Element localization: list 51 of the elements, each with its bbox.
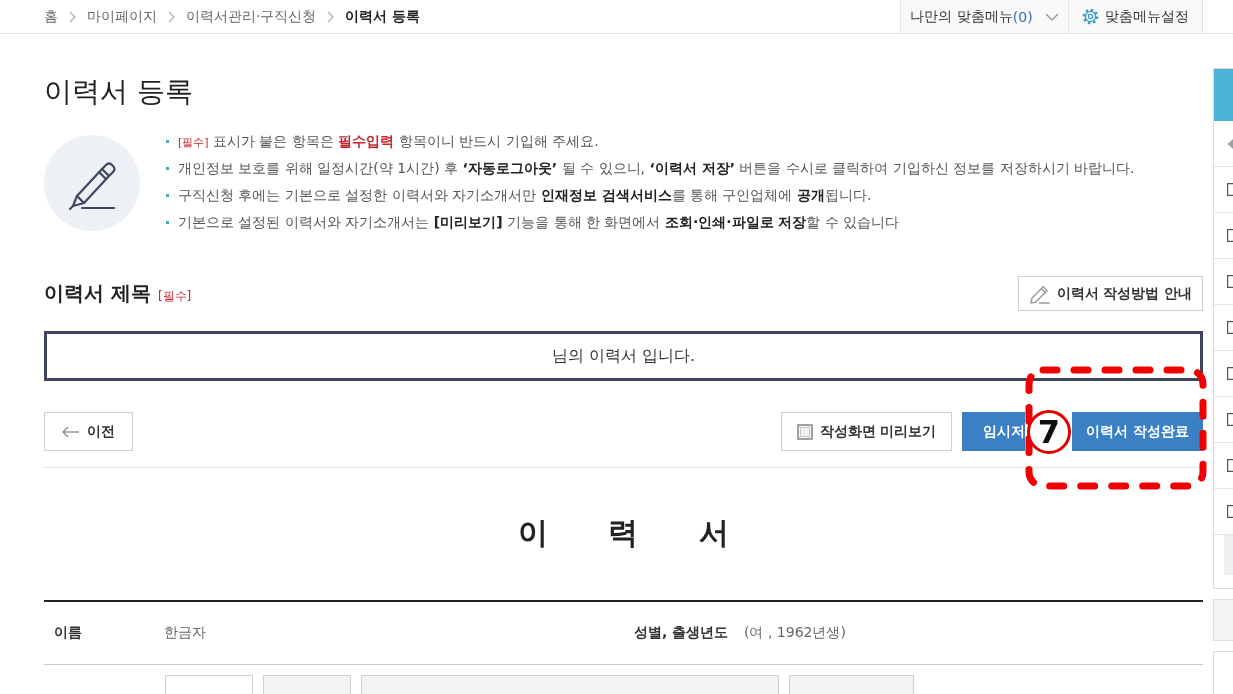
notice-text: [필수] 표시가 붙은 항목은 필수입력 항목이니 반드시 기입해 주세요. <box>178 132 599 151</box>
checkbox-icon[interactable] <box>1227 505 1233 518</box>
frame-icon <box>796 423 813 440</box>
chevron-right-icon <box>69 10 76 23</box>
pen-icon <box>44 135 140 231</box>
gear-icon <box>1082 8 1099 25</box>
address-field[interactable] <box>361 675 779 694</box>
bullet-icon <box>166 221 169 224</box>
breadcrumb-link[interactable]: 마이페이지 <box>87 7 157 26</box>
page-title: 이력서 등록 <box>44 74 194 110</box>
preview-button[interactable]: 작성화면 미리보기 <box>781 412 952 451</box>
chevron-down-icon <box>1044 12 1059 21</box>
checkbox-icon[interactable] <box>1227 275 1233 288</box>
checkbox-icon[interactable] <box>1227 229 1233 242</box>
my-menu-dropdown[interactable]: 나만의 맞춤메뉴(0) <box>900 0 1068 33</box>
resume-heading: 이 력 서 <box>517 514 730 552</box>
pencil-icon <box>1028 283 1050 304</box>
image-icon <box>1227 137 1233 150</box>
breadcrumb-link[interactable]: 이력서관리·구직신청 <box>186 7 317 26</box>
zipcode-field[interactable] <box>263 675 351 694</box>
chevron-right-icon <box>168 10 175 23</box>
checkbox-icon[interactable] <box>1227 413 1233 426</box>
field-label: 이름 <box>53 624 83 642</box>
field-label: 성별, 출생년도 <box>633 624 730 642</box>
notice-text: 구직신청 후에는 기본으로 설정한 이력서와 자기소개서만 인재정보 검색서비스를 통해 구인업체에 공개됩니다. <box>178 186 872 205</box>
checkbox-icon[interactable] <box>1227 183 1233 196</box>
bullet-icon <box>166 140 169 143</box>
arrow-left-icon <box>62 425 80 438</box>
bullet-icon <box>166 194 169 197</box>
back-button[interactable]: 이전 <box>44 412 133 451</box>
quick-menu-header <box>1214 69 1233 121</box>
complete-button[interactable]: 이력서 작성완료 <box>1072 412 1203 451</box>
section-title: 이력서 제목 [필수] <box>44 280 192 307</box>
field-value: (여 , 1962년생) <box>744 624 846 642</box>
notice-text: 기본으로 설정된 이력서와 자기소개서는 [미리보기] 기능을 통해 한 화면에서 조회·인쇄·파일로 저장할 수 있습니다 <box>178 213 900 232</box>
resume-title-input[interactable]: 님의 이력서 입니다. <box>44 331 1203 381</box>
chevron-right-icon <box>327 10 335 23</box>
field-value: 한금자 <box>164 624 207 642</box>
notice-text: 개인정보 보호를 위해 일정시간(약 1시간) 후 ‘자동로그아웃’ 될 수 있으니, ‘이력서 저장’ 버튼을 수시로 클릭하여 기입하신 정보를 저장하시기 바랍니다. <box>178 159 1135 178</box>
bullet-icon <box>166 167 169 170</box>
writing-guide-button[interactable]: 이력서 작성방법 안내 <box>1018 276 1203 311</box>
breadcrumb-link[interactable]: 이력서 등록 <box>345 7 421 26</box>
step-number-callout: 7 <box>1027 410 1071 454</box>
breadcrumb-link[interactable]: 홈 <box>44 7 58 26</box>
checkbox-icon[interactable] <box>1227 321 1233 334</box>
address-detail-field[interactable] <box>789 675 914 694</box>
checkbox-icon[interactable] <box>1227 459 1233 472</box>
checkbox-icon[interactable] <box>1227 367 1233 380</box>
menu-settings-button[interactable]: 맞춤메뉴설정 <box>1068 0 1203 33</box>
quick-menu-footer <box>1224 535 1233 575</box>
temp-save-button[interactable]: 임시저 <box>962 412 1025 451</box>
